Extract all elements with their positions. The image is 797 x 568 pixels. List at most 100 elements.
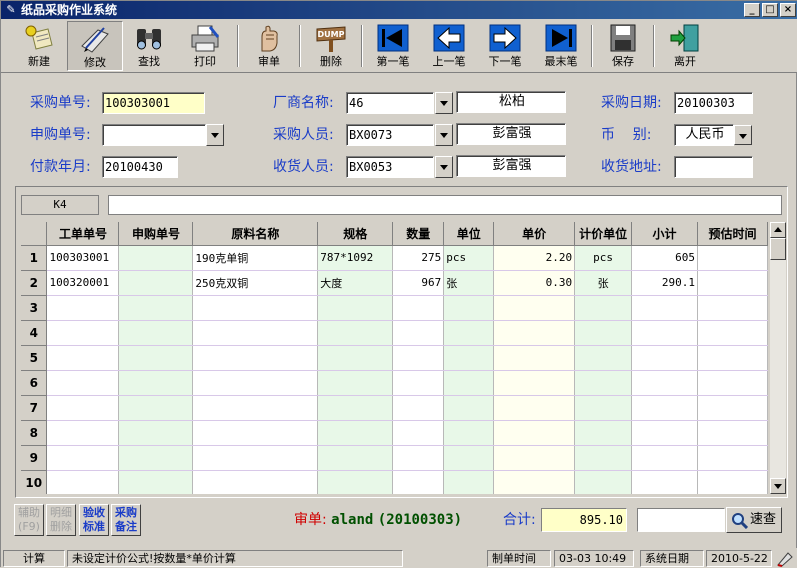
vendor-code-input[interactable]: 46 bbox=[346, 92, 434, 114]
quick-search-button[interactable]: 速查 bbox=[726, 507, 782, 533]
grid-cell[interactable] bbox=[574, 420, 633, 446]
grid-cell[interactable]: 605 bbox=[631, 245, 698, 271]
grid-cell[interactable] bbox=[697, 370, 768, 396]
grid-cell[interactable] bbox=[192, 295, 319, 321]
grid-cell[interactable] bbox=[192, 370, 319, 396]
grid-cell[interactable] bbox=[493, 445, 576, 471]
grid-cell[interactable] bbox=[192, 420, 319, 446]
minimize-button[interactable]: _ bbox=[744, 3, 760, 17]
grid-cell[interactable]: 787*1092 bbox=[317, 245, 394, 271]
grid-cell[interactable] bbox=[443, 445, 495, 471]
grid-cell[interactable]: 张 bbox=[443, 270, 495, 296]
grid-cell[interactable] bbox=[697, 270, 768, 296]
grid-cell[interactable] bbox=[46, 320, 120, 346]
row-number[interactable]: 6 bbox=[21, 370, 48, 396]
grid-cell[interactable] bbox=[631, 395, 698, 421]
grid-cell[interactable] bbox=[574, 345, 633, 371]
grid-cell[interactable] bbox=[631, 445, 698, 471]
currency-select[interactable]: 人民币 bbox=[674, 124, 734, 146]
row-number[interactable]: 8 bbox=[21, 420, 48, 446]
grid-cell[interactable] bbox=[392, 420, 445, 446]
grid-cell[interactable] bbox=[392, 320, 445, 346]
column-header[interactable]: 预估时间 bbox=[697, 222, 768, 246]
edit-button[interactable]: 修改 bbox=[67, 21, 123, 71]
table-row[interactable]: 6 bbox=[21, 370, 768, 396]
table-row[interactable]: 5 bbox=[21, 345, 768, 371]
grid-cell[interactable]: 290.1 bbox=[631, 270, 698, 296]
grid-cell[interactable]: 张 bbox=[574, 270, 633, 296]
grid-cell[interactable] bbox=[574, 295, 633, 321]
grid-cell[interactable] bbox=[631, 320, 698, 346]
exit-button[interactable]: 离开 bbox=[657, 21, 713, 71]
grid-cell[interactable]: 2.20 bbox=[493, 245, 576, 271]
row-number[interactable]: 7 bbox=[21, 395, 48, 421]
grid-cell[interactable] bbox=[493, 345, 576, 371]
first-record-button[interactable]: 第一笔 bbox=[365, 21, 421, 71]
grid-cell[interactable]: pcs bbox=[443, 245, 495, 271]
grid-cell[interactable] bbox=[118, 320, 194, 346]
grid-cell[interactable] bbox=[493, 470, 576, 494]
table-row[interactable]: 10 bbox=[21, 470, 768, 494]
grid-cell[interactable]: 275 bbox=[392, 245, 445, 271]
payment-month-input[interactable]: 20100430 bbox=[102, 156, 178, 178]
table-row[interactable]: 2 100320001 250克双铜 大度 967 张 0.30 张 290.1 bbox=[21, 270, 768, 296]
quick-search-input[interactable] bbox=[637, 508, 725, 532]
currency-dropdown-button[interactable] bbox=[734, 125, 752, 145]
grid-cell[interactable] bbox=[574, 320, 633, 346]
grid-cell[interactable] bbox=[631, 345, 698, 371]
new-button[interactable]: 新建 bbox=[11, 21, 67, 71]
grid-cell[interactable] bbox=[493, 320, 576, 346]
grid-cell[interactable] bbox=[317, 445, 394, 471]
delete-button[interactable]: DUMP 删除 bbox=[303, 21, 359, 71]
grid-cell[interactable] bbox=[493, 370, 576, 396]
grid-cell[interactable] bbox=[317, 345, 394, 371]
inspection-standard-button[interactable]: 验收 标准 bbox=[79, 504, 109, 536]
grid-cell[interactable] bbox=[118, 470, 194, 494]
grid-cell[interactable] bbox=[118, 395, 194, 421]
assist-f9-button[interactable]: 辅助 (F9) bbox=[14, 504, 44, 536]
column-header[interactable]: 规格 bbox=[317, 222, 394, 246]
print-button[interactable]: 打印 bbox=[177, 21, 233, 71]
grid-cell[interactable]: 100320001 bbox=[46, 270, 120, 296]
grid-cell[interactable] bbox=[317, 370, 394, 396]
scroll-thumb[interactable] bbox=[770, 238, 786, 260]
grid-cell[interactable] bbox=[574, 470, 633, 494]
grid-cell[interactable]: 大度 bbox=[317, 270, 394, 296]
table-row[interactable]: 3 bbox=[21, 295, 768, 321]
grid-cell[interactable] bbox=[317, 420, 394, 446]
grid-cell[interactable] bbox=[118, 420, 194, 446]
grid-cell[interactable] bbox=[697, 320, 768, 346]
grid-cell[interactable] bbox=[697, 420, 768, 446]
table-row[interactable]: 7 bbox=[21, 395, 768, 421]
grid-cell[interactable] bbox=[443, 295, 495, 321]
audit-button[interactable]: 审单 bbox=[241, 21, 297, 71]
grid-cell[interactable] bbox=[574, 395, 633, 421]
grid-cell[interactable] bbox=[317, 470, 394, 494]
save-button[interactable]: 保存 bbox=[595, 21, 651, 71]
row-number[interactable]: 1 bbox=[21, 245, 48, 271]
table-row[interactable]: 8 bbox=[21, 420, 768, 446]
column-header[interactable]: 小计 bbox=[631, 222, 698, 246]
scroll-down-button[interactable] bbox=[770, 478, 786, 494]
grid-cell[interactable] bbox=[46, 420, 120, 446]
grid-cell[interactable] bbox=[192, 320, 319, 346]
grid-cell[interactable] bbox=[392, 445, 445, 471]
grid-cell[interactable] bbox=[631, 295, 698, 321]
grid-cell[interactable] bbox=[317, 320, 394, 346]
grid-cell[interactable] bbox=[493, 295, 576, 321]
table-row[interactable]: 4 bbox=[21, 320, 768, 346]
grid-cell[interactable]: 100303001 bbox=[46, 245, 120, 271]
grid-cell[interactable] bbox=[317, 295, 394, 321]
prev-record-button[interactable]: 上一笔 bbox=[421, 21, 477, 71]
grid-cell[interactable] bbox=[46, 345, 120, 371]
vendor-dropdown-button[interactable] bbox=[435, 92, 453, 114]
grid-cell[interactable] bbox=[697, 295, 768, 321]
grid-cell[interactable] bbox=[697, 245, 768, 271]
grid-cell[interactable] bbox=[392, 470, 445, 494]
grid-cell[interactable]: pcs bbox=[574, 245, 633, 271]
grid-cell[interactable]: 250克双铜 bbox=[192, 270, 319, 296]
grid-cell[interactable] bbox=[697, 345, 768, 371]
column-header[interactable]: 原料名称 bbox=[192, 222, 319, 246]
delivery-addr-input[interactable] bbox=[674, 156, 753, 178]
grid-cell[interactable] bbox=[192, 470, 319, 494]
